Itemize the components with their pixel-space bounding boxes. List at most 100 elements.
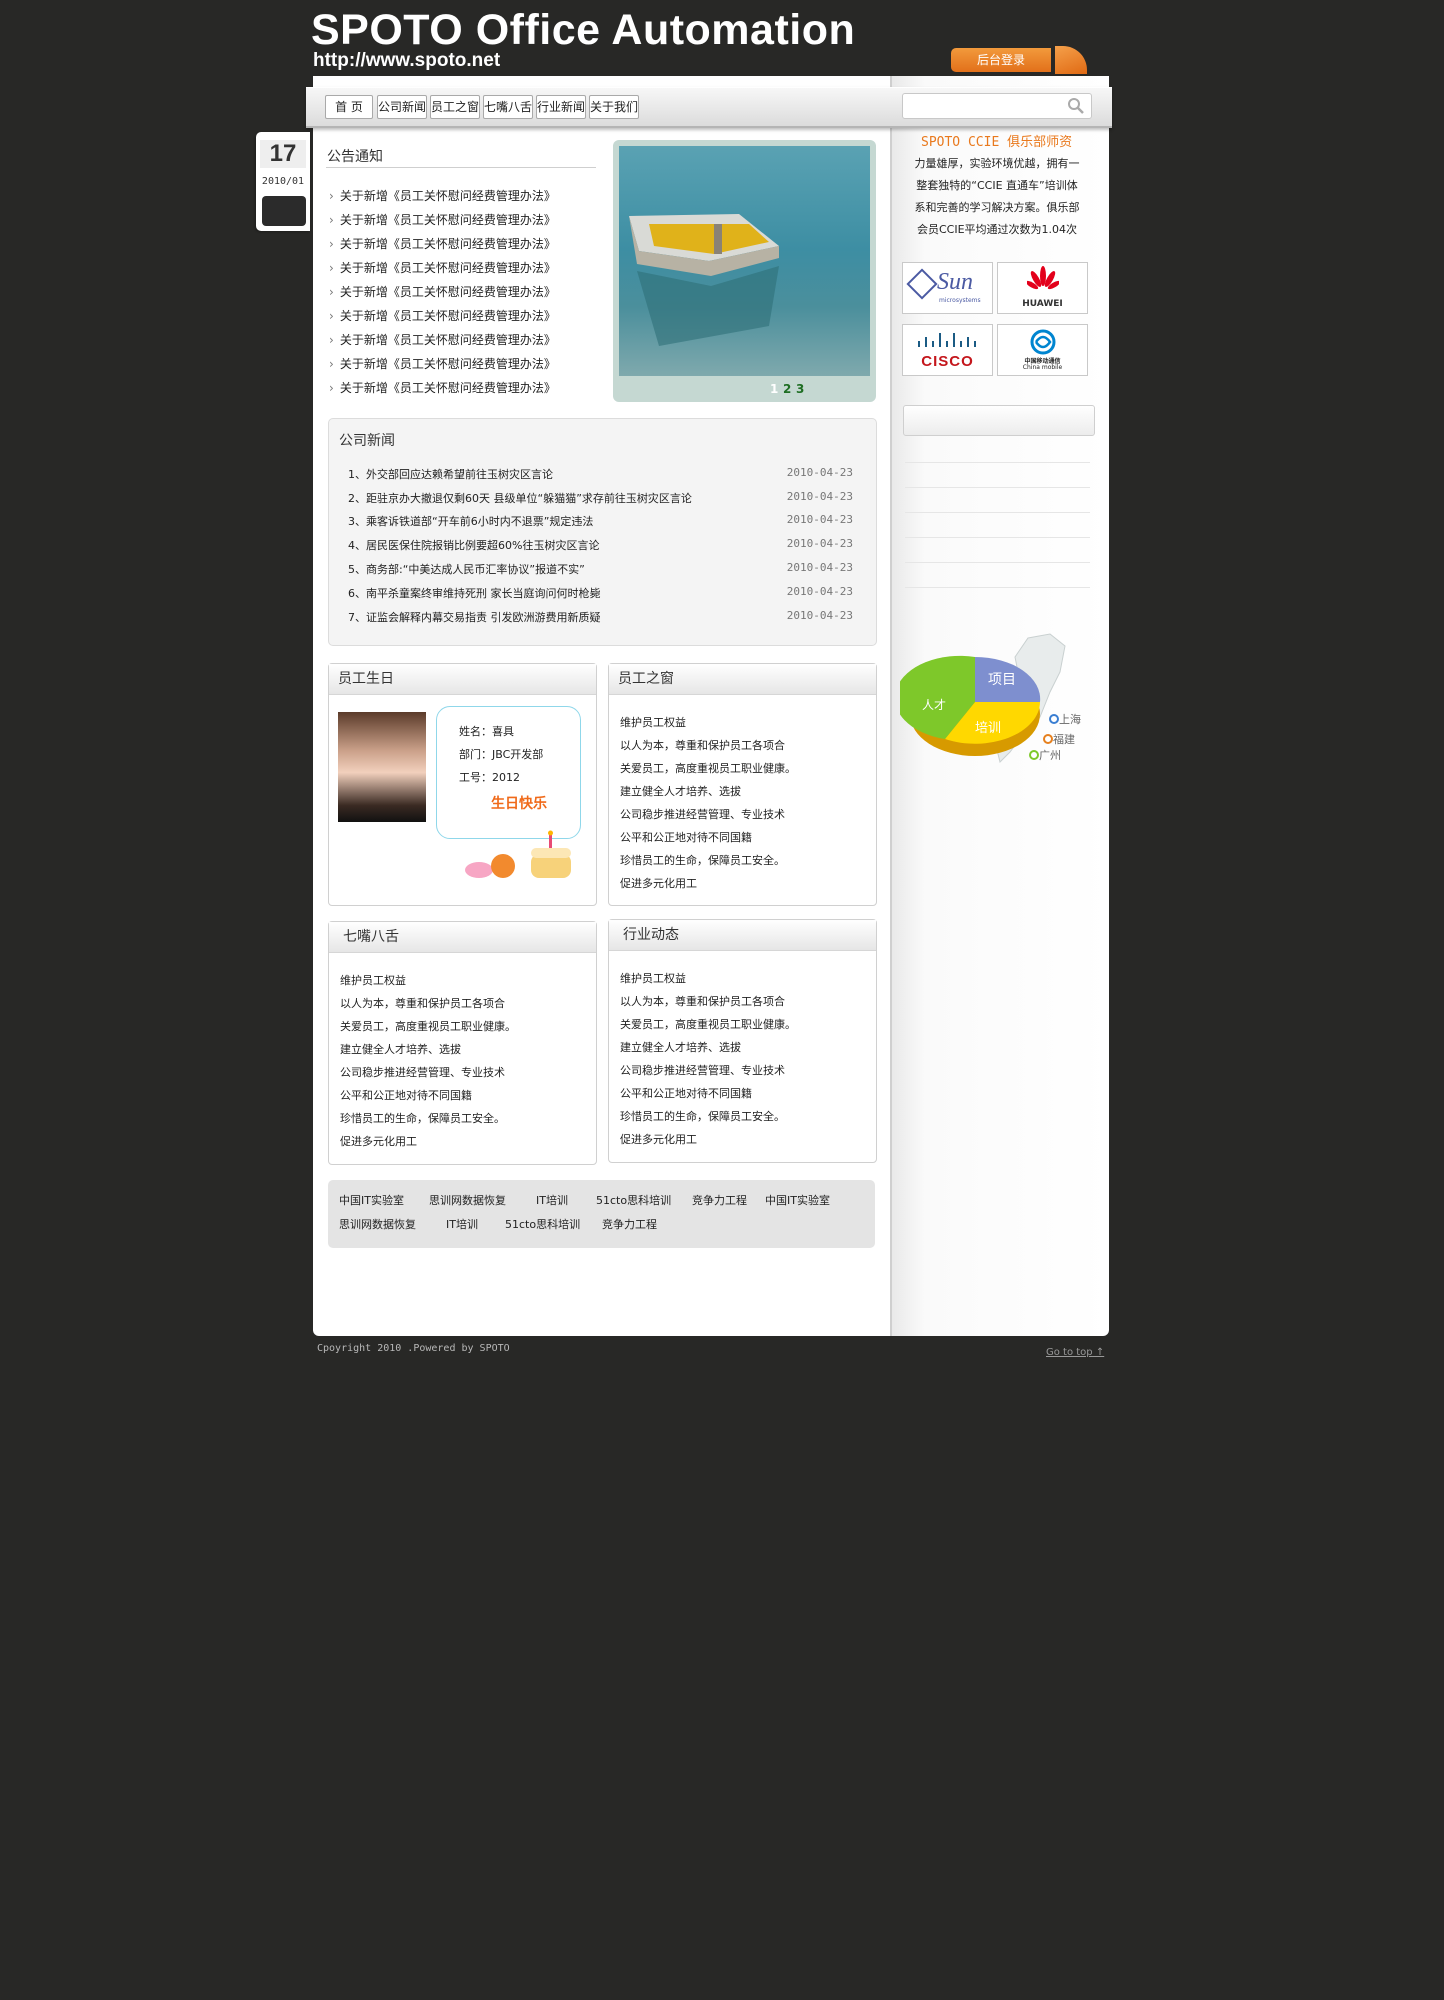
friend-links: 中国IT实验室 思训网数据恢复 IT培训 51cto思科培训 竞争力工程 中国I…: [328, 1180, 875, 1248]
list-item[interactable]: 公司稳步推进经营管理、专业技术: [620, 803, 796, 826]
search-input[interactable]: [902, 93, 1092, 119]
list-item[interactable]: 促进多元化用工: [620, 1128, 796, 1151]
friend-link[interactable]: 思训网数据恢复: [429, 1192, 506, 1208]
nav-company-news[interactable]: 公司新闻: [377, 95, 427, 119]
slide-page-1[interactable]: 1: [770, 382, 778, 396]
nav-industry-news[interactable]: 行业新闻: [536, 95, 586, 119]
fujian-marker: [1043, 734, 1053, 744]
news-title[interactable]: 4、居民医保住院报销比例要超60%往玉树灾区言论: [348, 537, 599, 553]
boat-photo[interactable]: [619, 146, 870, 376]
notice-item[interactable]: 关于新增《员工关怀慰问经费管理办法》: [329, 379, 556, 396]
admin-login-button[interactable]: 后台登录: [951, 48, 1051, 72]
list-item[interactable]: 公司稳步推进经营管理、专业技术: [340, 1061, 516, 1084]
notice-item[interactable]: 关于新增《员工关怀慰问经费管理办法》: [329, 259, 556, 276]
list-item[interactable]: 公平和公正地对待不同国籍: [340, 1084, 516, 1107]
main-nav: 首 页 公司新闻 员工之窗 七嘴八舌 行业新闻 关于我们: [306, 87, 1112, 128]
news-title[interactable]: 6、南平杀童案终审维持死刑 家长当庭询问何时枪毙: [348, 585, 601, 601]
site-url: http://www.spoto.net: [313, 50, 501, 71]
date-year-month: 2010/01: [261, 176, 305, 187]
sun-logo-text: Sun: [937, 269, 973, 295]
nav-home[interactable]: 首 页: [325, 95, 373, 119]
slide-page-3[interactable]: 3: [796, 382, 804, 396]
notice-item[interactable]: 关于新增《员工关怀慰问经费管理办法》: [329, 307, 556, 324]
list-item[interactable]: 维护员工权益: [620, 967, 796, 990]
staff-window-panel: 员工之窗 维护员工权益 以人为本，尊重和保护员工各项合 关爱员工，高度重视员工职…: [608, 663, 877, 906]
notice-item[interactable]: 关于新增《员工关怀慰问经费管理办法》: [329, 187, 556, 204]
go-to-top-link[interactable]: Go to top ↑: [1046, 1347, 1104, 1358]
industry-panel: 行业动态 维护员工权益 以人为本，尊重和保护员工各项合 关爱员工，高度重视员工职…: [608, 919, 877, 1163]
friend-link[interactable]: 51cto思科培训: [596, 1192, 671, 1208]
sidebar-divider: [905, 462, 1090, 463]
list-item[interactable]: 以人为本，尊重和保护员工各项合: [620, 990, 796, 1013]
list-item[interactable]: 建立健全人才培养、选拔: [340, 1038, 516, 1061]
huawei-logo[interactable]: HUAWEI: [997, 262, 1088, 314]
nav-chatter[interactable]: 七嘴八舌: [483, 95, 533, 119]
news-title[interactable]: 5、商务部:“中美达成人民币汇率协议”报道不实”: [348, 561, 585, 577]
news-title[interactable]: 7、证监会解释内幕交易指责 引发欧洲游费用新质疑: [348, 609, 601, 625]
list-item[interactable]: 促进多元化用工: [340, 1130, 516, 1153]
huawei-logo-text: HUAWEI: [1022, 299, 1063, 309]
chatter-list: 维护员工权益 以人为本，尊重和保护员工各项合 关爱员工，高度重视员工职业健康。 …: [340, 969, 516, 1153]
nav-about-us[interactable]: 关于我们: [589, 95, 639, 119]
list-item[interactable]: 公平和公正地对待不同国籍: [620, 1082, 796, 1105]
date-day: 17: [260, 140, 306, 168]
list-item[interactable]: 关爱员工，高度重视员工职业健康。: [340, 1015, 516, 1038]
news-date: 2010-04-23: [786, 513, 853, 526]
notice-item[interactable]: 关于新增《员工关怀慰问经费管理办法》: [329, 331, 556, 348]
list-item[interactable]: 建立健全人才培养、选拔: [620, 780, 796, 803]
friend-link[interactable]: 51cto思科培训: [505, 1216, 580, 1232]
photo-slideshow: 1 2 3: [613, 140, 876, 402]
news-date: 2010-04-23: [786, 466, 853, 479]
news-title[interactable]: 3、乘客诉铁道部“开车前6小时内不退票”规定违法: [348, 513, 593, 529]
admin-login-tab[interactable]: 后台登录: [951, 46, 1106, 76]
friend-link[interactable]: 竞争力工程: [602, 1216, 657, 1232]
list-item[interactable]: 公司稳步推进经营管理、专业技术: [620, 1059, 796, 1082]
list-item[interactable]: 促进多元化用工: [620, 872, 796, 895]
sun-logo[interactable]: Sun microsystems: [902, 262, 993, 314]
news-date: 2010-04-23: [786, 561, 853, 574]
list-item[interactable]: 维护员工权益: [340, 969, 516, 992]
sidebar-text-line: 会员CCIE平均通过次数为1.04次: [916, 223, 1078, 236]
notice-item[interactable]: 关于新增《员工关怀慰问经费管理办法》: [329, 283, 556, 300]
list-item[interactable]: 公平和公正地对待不同国籍: [620, 826, 796, 849]
copyright: Cpoyright 2010 .Powered by SPOTO: [317, 1343, 510, 1354]
cisco-logo[interactable]: CISCO: [902, 324, 993, 376]
notice-item[interactable]: 关于新增《员工关怀慰问经费管理办法》: [329, 211, 556, 228]
news-date: 2010-04-23: [786, 585, 853, 598]
friend-link[interactable]: 中国IT实验室: [765, 1192, 830, 1208]
friend-link[interactable]: 竞争力工程: [692, 1192, 747, 1208]
china-mobile-logo[interactable]: 中国移动通信 China mobile: [997, 324, 1088, 376]
friend-link[interactable]: IT培训: [446, 1216, 478, 1232]
sidebar-divider: [905, 587, 1090, 588]
friend-link[interactable]: 中国IT实验室: [339, 1192, 404, 1208]
sidebar-box[interactable]: [903, 405, 1095, 436]
news-title[interactable]: 2、距驻京办大撤退仅剩60天 县级单位“躲猫猫”求存前往玉树灾区言论: [348, 490, 692, 506]
list-item[interactable]: 珍惜员工的生命，保障员工安全。: [340, 1107, 516, 1130]
sidebar-divider: [905, 487, 1090, 488]
friend-link[interactable]: 思训网数据恢复: [339, 1216, 416, 1232]
notice-item[interactable]: 关于新增《员工关怀慰问经费管理办法》: [329, 355, 556, 372]
huawei-flower-icon: [1027, 266, 1059, 290]
list-item[interactable]: 关爱员工，高度重视员工职业健康。: [620, 1013, 796, 1036]
list-item[interactable]: 珍惜员工的生命，保障员工安全。: [620, 849, 796, 872]
list-item[interactable]: 以人为本，尊重和保护员工各项合: [620, 734, 796, 757]
slide-page-2[interactable]: 2: [783, 382, 791, 396]
friend-link[interactable]: IT培训: [536, 1192, 568, 1208]
company-news-title: 公司新闻: [339, 433, 395, 449]
list-item[interactable]: 关爱员工，高度重视员工职业健康。: [620, 757, 796, 780]
notice-title: 公告通知: [327, 149, 383, 165]
list-item[interactable]: 以人为本，尊重和保护员工各项合: [340, 992, 516, 1015]
list-item[interactable]: 珍惜员工的生命，保障员工安全。: [620, 1105, 796, 1128]
news-date: 2010-04-23: [786, 609, 853, 622]
list-item[interactable]: 维护员工权益: [620, 711, 796, 734]
search-icon[interactable]: [1067, 97, 1085, 115]
sun-diamond-icon: [906, 268, 938, 300]
cisco-bridge-icon: [918, 333, 976, 347]
staff-window-list: 维护员工权益 以人为本，尊重和保护员工各项合 关爱员工，高度重视员工职业健康。 …: [620, 711, 796, 895]
nav-staff-window[interactable]: 员工之窗: [430, 95, 480, 119]
sidebar-text-line: 系和完善的学习解决方案。俱乐部: [914, 201, 1080, 214]
guangzhou-marker: [1029, 750, 1039, 760]
list-item[interactable]: 建立健全人才培养、选拔: [620, 1036, 796, 1059]
notice-item[interactable]: 关于新增《员工关怀慰问经费管理办法》: [329, 235, 556, 252]
news-title[interactable]: 1、外交部回应达赖希望前往玉树灾区言论: [348, 466, 553, 482]
